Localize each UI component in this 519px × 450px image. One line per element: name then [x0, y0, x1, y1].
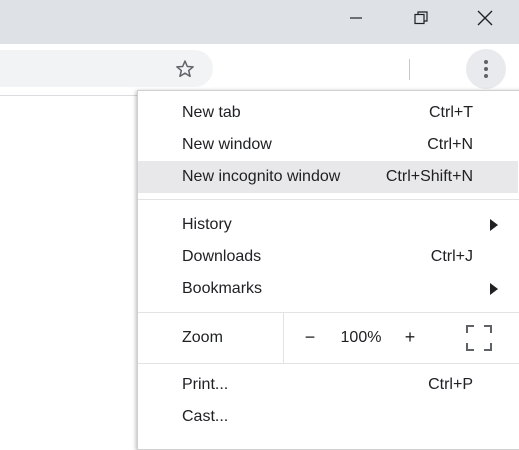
- title-bar: [0, 0, 519, 44]
- menu-item-print[interactable]: Print... Ctrl+P: [138, 369, 518, 401]
- bookmark-star-button[interactable]: [173, 57, 197, 81]
- minimize-icon: [350, 17, 362, 19]
- restore-button[interactable]: [398, 0, 444, 36]
- restore-icon: [414, 11, 428, 25]
- menu-item-label: New tab: [182, 104, 241, 121]
- menu-item-shortcut: Ctrl+Shift+N: [385, 168, 473, 185]
- menu-separator: [138, 363, 519, 364]
- address-bar[interactable]: [0, 50, 213, 87]
- kebab-menu-icon: [484, 60, 488, 78]
- close-button[interactable]: [462, 0, 508, 36]
- menu-item-cast[interactable]: Cast...: [138, 401, 518, 433]
- toolbar-divider: [409, 59, 410, 80]
- minimize-button[interactable]: [333, 0, 379, 36]
- menu-item-label: Bookmarks: [182, 280, 263, 297]
- menu-item-label: History: [182, 216, 232, 233]
- menu-item-new-tab[interactable]: New tab Ctrl+T: [138, 97, 518, 129]
- zoom-label: Zoom: [182, 329, 223, 346]
- menu-item-label: Cast...: [182, 408, 229, 425]
- menu-item-shortcut: Ctrl+N: [427, 136, 473, 153]
- chrome-menu-button[interactable]: [466, 49, 506, 89]
- zoom-level: 100%: [340, 329, 382, 346]
- menu-item-history[interactable]: History: [138, 209, 518, 241]
- menu-item-downloads[interactable]: Downloads Ctrl+J: [138, 241, 518, 273]
- menu-item-new-window[interactable]: New window Ctrl+N: [138, 129, 518, 161]
- zoom-row: Zoom − 100% +: [138, 313, 518, 363]
- chrome-menu: New tab Ctrl+T New window Ctrl+N New inc…: [137, 90, 519, 450]
- fullscreen-icon[interactable]: [466, 325, 492, 351]
- menu-item-label: New window: [182, 136, 272, 153]
- zoom-out-button[interactable]: −: [300, 327, 320, 348]
- menu-item-new-incognito-window[interactable]: New incognito window Ctrl+Shift+N: [138, 161, 518, 193]
- close-icon: [477, 10, 493, 26]
- menu-item-label: New incognito window: [182, 168, 341, 185]
- menu-item-shortcut: Ctrl+J: [430, 248, 473, 265]
- star-icon: [176, 60, 194, 78]
- menu-separator: [138, 199, 519, 200]
- zoom-in-button[interactable]: +: [400, 327, 420, 348]
- zoom-controls: − 100% +: [283, 313, 519, 363]
- submenu-arrow-icon: [490, 219, 498, 231]
- menu-item-shortcut: Ctrl+P: [428, 376, 473, 393]
- submenu-arrow-icon: [490, 283, 498, 295]
- menu-item-bookmarks[interactable]: Bookmarks: [138, 273, 518, 305]
- menu-item-label: Print...: [182, 376, 229, 393]
- menu-item-label: Downloads: [182, 248, 262, 265]
- browser-toolbar: [0, 44, 519, 96]
- menu-item-shortcut: Ctrl+T: [429, 104, 473, 121]
